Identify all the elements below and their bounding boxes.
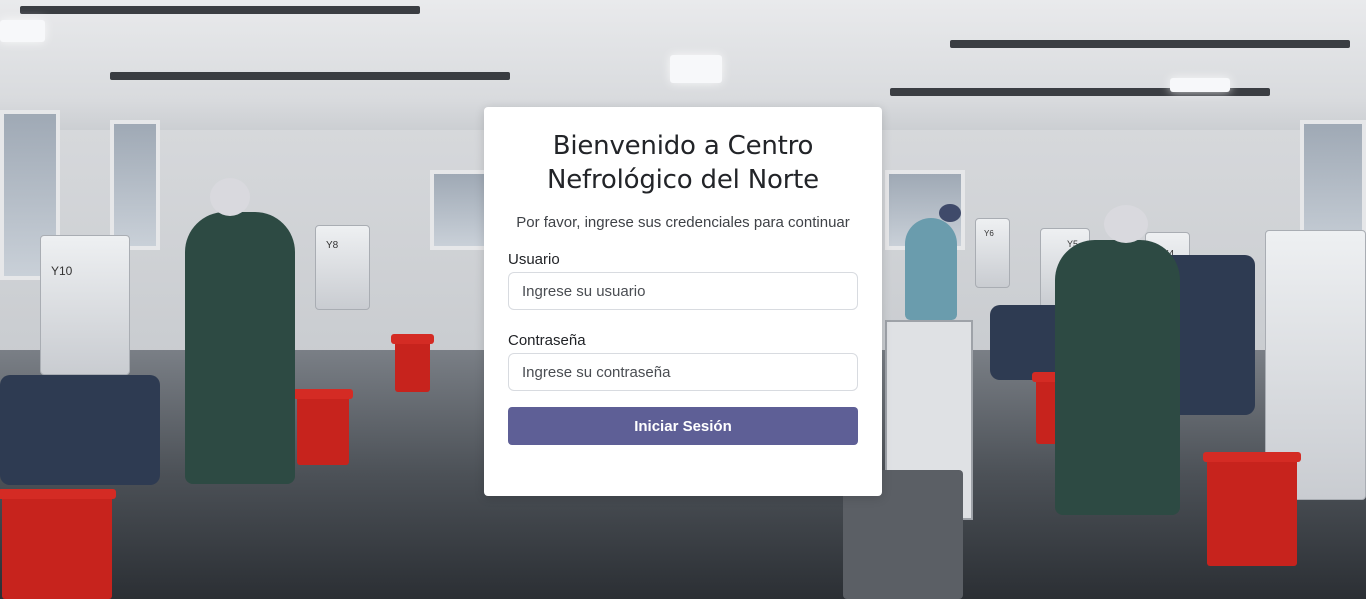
window-center — [430, 170, 490, 250]
login-subtitle: Por favor, ingrese sus credenciales para… — [516, 214, 850, 231]
ceiling-lamp — [670, 55, 722, 83]
ceiling-lamp — [1170, 78, 1230, 92]
username-label: Usuario — [508, 251, 560, 268]
machine-label: Y10 — [51, 264, 73, 278]
nurse-head — [939, 204, 961, 222]
dialysis-machine: Y10 — [40, 235, 130, 375]
nurse-head — [1104, 205, 1148, 243]
password-input[interactable] — [508, 353, 858, 391]
dialysis-machine: Y8 — [315, 225, 370, 310]
ceiling-beam — [950, 40, 1350, 48]
nurse-figure — [185, 212, 295, 484]
welcome-title: Bienvenido a Centro Nefrológico del Nort… — [547, 131, 819, 195]
nurse-head — [210, 178, 250, 216]
login-card: Bienvenido a Centro Nefrológico del Nort… — [484, 107, 882, 496]
dialysis-machine: Y6 — [975, 218, 1010, 288]
username-input[interactable] — [508, 272, 858, 310]
machine-label: Y8 — [326, 240, 339, 251]
red-bin — [293, 389, 353, 465]
red-bin — [0, 489, 116, 599]
ceiling-beam — [20, 6, 420, 14]
red-bin — [1203, 452, 1301, 566]
ceiling-lamp — [0, 20, 45, 42]
login-button[interactable]: Iniciar Sesión — [508, 407, 858, 445]
nurse-figure — [905, 218, 957, 320]
ceiling-beam — [110, 72, 510, 80]
password-label: Contraseña — [508, 332, 586, 349]
nurse-figure — [1055, 240, 1180, 515]
machine-label: Y6 — [984, 229, 994, 238]
red-bin — [391, 334, 434, 392]
window-left-2 — [110, 120, 160, 250]
dialysis-chair — [0, 375, 160, 485]
